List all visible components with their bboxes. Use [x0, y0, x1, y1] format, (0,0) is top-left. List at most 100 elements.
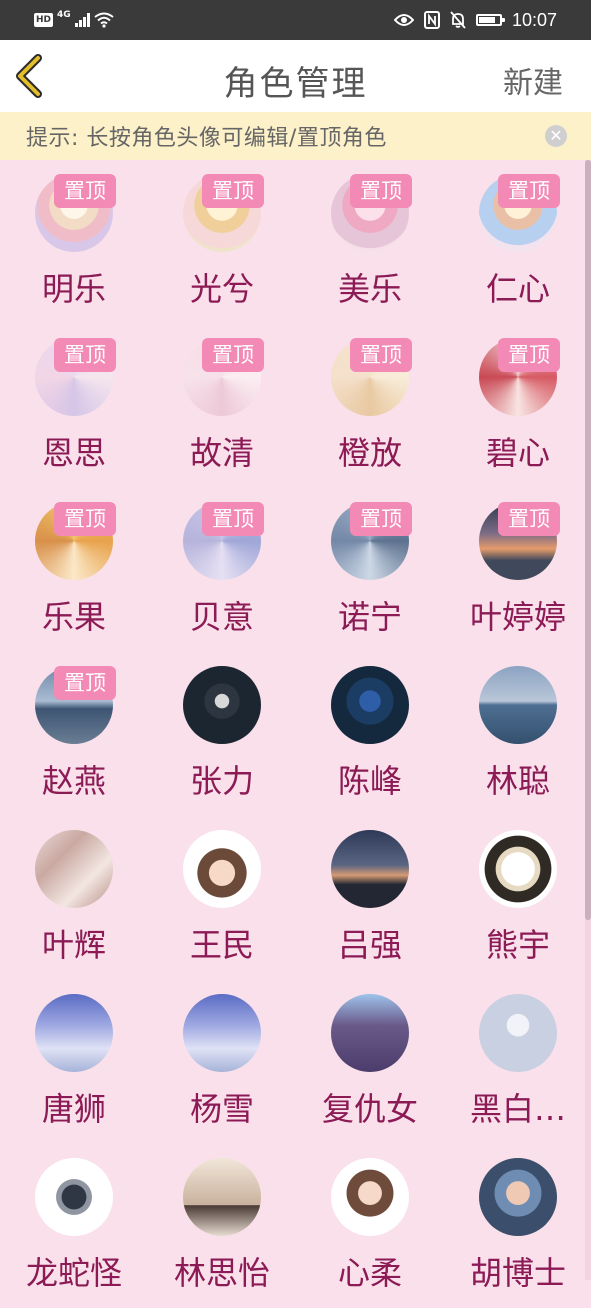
- character-name: 叶辉: [41, 926, 106, 964]
- character-name: 故清: [189, 434, 254, 472]
- character-avatar[interactable]: [183, 994, 261, 1072]
- character-avatar[interactable]: [479, 830, 557, 908]
- character-item[interactable]: 置顶诺宁: [296, 488, 444, 652]
- character-avatar[interactable]: [479, 666, 557, 744]
- character-name: 吕强: [337, 926, 402, 964]
- character-avatar[interactable]: [331, 830, 409, 908]
- character-name: 叶婷婷: [469, 598, 566, 636]
- eye-icon: [393, 14, 414, 26]
- character-avatar[interactable]: [35, 994, 113, 1072]
- new-button[interactable]: 新建: [503, 58, 563, 102]
- character-name: 贝意: [189, 598, 254, 636]
- character-item[interactable]: 龙蛇怪: [0, 1144, 148, 1308]
- status-right: 10:07: [393, 9, 557, 31]
- pinned-badge: 置顶: [54, 666, 116, 700]
- status-bar: HD 4G 10:07: [0, 0, 591, 40]
- character-item[interactable]: 置顶美乐: [296, 160, 444, 324]
- character-name: 明乐: [41, 270, 106, 308]
- character-item[interactable]: 林思怡: [148, 1144, 296, 1308]
- character-name: 复仇女: [321, 1090, 418, 1128]
- scrollbar[interactable]: [585, 160, 591, 1280]
- character-item[interactable]: 叶辉: [0, 816, 148, 980]
- character-item[interactable]: 置顶光兮: [148, 160, 296, 324]
- character-avatar[interactable]: [331, 1158, 409, 1236]
- app-header: 角色管理 新建: [0, 40, 591, 112]
- signal-icon: [74, 13, 90, 27]
- character-name: 美乐: [337, 270, 402, 308]
- character-avatar[interactable]: [35, 1158, 113, 1236]
- character-name: 赵燕: [41, 762, 106, 800]
- tip-text: 提示: 长按角色头像可编辑/置顶角色: [26, 126, 387, 151]
- character-name: 诺宁: [337, 598, 402, 636]
- pinned-badge: 置顶: [54, 338, 116, 372]
- pinned-badge: 置顶: [202, 338, 264, 372]
- character-item[interactable]: 置顶橙放: [296, 324, 444, 488]
- close-icon[interactable]: ✕: [545, 125, 567, 147]
- character-item[interactable]: 置顶 碧心: [444, 324, 591, 488]
- character-item[interactable]: 杨雪: [148, 980, 296, 1144]
- character-name: 黑白…: [469, 1090, 566, 1128]
- status-left: HD 4G: [34, 10, 114, 29]
- character-avatar[interactable]: [331, 994, 409, 1072]
- battery-icon: [475, 14, 505, 26]
- pinned-badge: 置顶: [54, 502, 116, 536]
- character-name: 陈峰: [337, 762, 402, 800]
- character-name: 乐果: [41, 598, 106, 636]
- character-name: 光兮: [189, 270, 254, 308]
- character-name: 仁心: [485, 270, 550, 308]
- character-name: 橙放: [337, 434, 402, 472]
- character-name: 龙蛇怪: [25, 1254, 122, 1292]
- character-item[interactable]: 王民: [148, 816, 296, 980]
- mute-bell-icon: [450, 11, 466, 29]
- network-label: 4G: [57, 10, 71, 20]
- character-avatar[interactable]: [183, 830, 261, 908]
- character-name: 胡博士: [469, 1254, 566, 1292]
- character-name: 心柔: [337, 1254, 402, 1292]
- character-name: 林聪: [485, 762, 550, 800]
- pinned-badge: 置顶: [202, 174, 264, 208]
- character-avatar[interactable]: [183, 1158, 261, 1236]
- character-item[interactable]: 置顶叶婷婷: [444, 488, 591, 652]
- character-item[interactable]: 张力: [148, 652, 296, 816]
- character-item[interactable]: 心柔: [296, 1144, 444, 1308]
- pinned-badge: 置顶: [498, 502, 560, 536]
- character-item[interactable]: 置顶明乐: [0, 160, 148, 324]
- pinned-badge: 置顶: [54, 174, 116, 208]
- character-item[interactable]: 唐狮: [0, 980, 148, 1144]
- character-item[interactable]: 复仇女: [296, 980, 444, 1144]
- character-name: 张力: [189, 762, 254, 800]
- character-item[interactable]: 黑白…: [444, 980, 591, 1144]
- character-avatar[interactable]: [479, 994, 557, 1072]
- wifi-icon: [94, 12, 114, 28]
- character-item[interactable]: 置顶贝意: [148, 488, 296, 652]
- character-avatar[interactable]: [183, 666, 261, 744]
- character-avatar[interactable]: [479, 1158, 557, 1236]
- character-avatar[interactable]: [331, 666, 409, 744]
- character-name: 唐狮: [41, 1090, 106, 1128]
- character-item[interactable]: 置顶故清: [148, 324, 296, 488]
- status-time: 10:07: [511, 9, 557, 30]
- pinned-badge: 置顶: [350, 502, 412, 536]
- character-item[interactable]: 陈峰: [296, 652, 444, 816]
- character-item[interactable]: 胡博士: [444, 1144, 591, 1308]
- pinned-badge: 置顶: [350, 174, 412, 208]
- character-item[interactable]: 熊宇: [444, 816, 591, 980]
- character-item[interactable]: 置顶恩思: [0, 324, 148, 488]
- nfc-icon: [423, 11, 440, 29]
- pinned-badge: 置顶: [498, 174, 560, 208]
- character-item[interactable]: 置顶仁心: [444, 160, 591, 324]
- character-item[interactable]: 置顶赵燕: [0, 652, 148, 816]
- pinned-badge: 置顶: [202, 502, 264, 536]
- character-item[interactable]: 置顶乐果: [0, 488, 148, 652]
- character-item[interactable]: 林聪: [444, 652, 591, 816]
- tip-banner: 提示: 长按角色头像可编辑/置顶角色 ✕: [0, 112, 591, 160]
- character-avatar[interactable]: [35, 830, 113, 908]
- character-name: 碧心: [485, 434, 550, 472]
- pinned-badge: 置顶: [350, 338, 412, 372]
- character-name: 恩思: [41, 434, 106, 472]
- scrollbar-thumb[interactable]: [585, 160, 591, 920]
- character-item[interactable]: 吕强: [296, 816, 444, 980]
- hd-icon: HD: [34, 13, 54, 27]
- character-grid: 置顶 明乐 置顶 光兮 置顶 美乐 置顶 仁心 置顶 恩思 置顶 故清 置顶 橙放 置顶 碧心 置顶 乐果 置顶 贝意…: [0, 160, 591, 1292]
- character-name: 林思怡: [173, 1254, 270, 1292]
